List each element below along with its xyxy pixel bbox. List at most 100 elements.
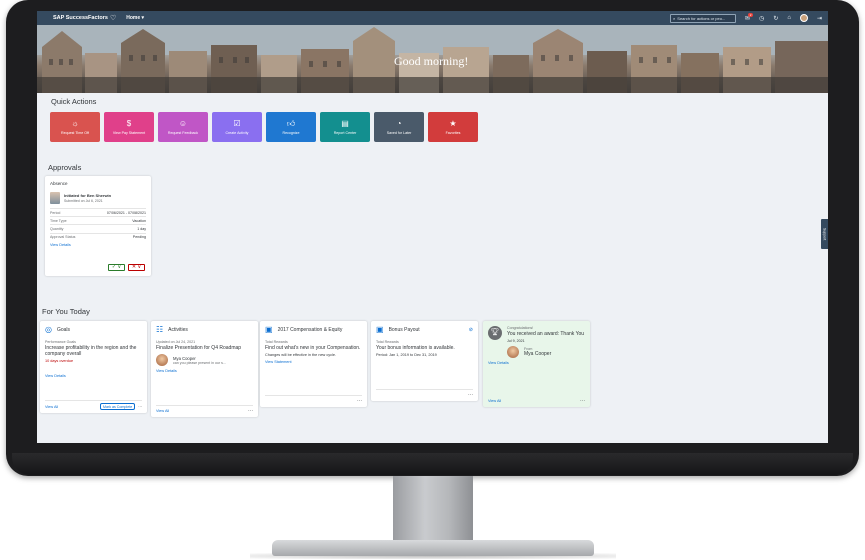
detail-key: Time Type — [50, 218, 67, 223]
qa-request-feedback[interactable]: ☺ Request Feedback — [158, 112, 208, 142]
bonus-card[interactable]: ▣ Bonus Payout ⊘ Total Rewards Your bonus … — [371, 321, 478, 401]
qa-favorites[interactable]: ★ Favorites — [428, 112, 478, 142]
view-all-link[interactable]: View All — [45, 405, 58, 409]
search-input[interactable]: ⌕ Search for actions or peo... — [670, 13, 737, 23]
approval-actions: ✓ ∨ ✕ ∨ — [108, 264, 145, 271]
card-category: Total Rewards — [376, 340, 399, 344]
refresh-icon[interactable]: ↻ — [773, 15, 778, 22]
approval-card-absence[interactable]: Absence Initiated for Ben Sherwin Submit… — [45, 176, 151, 276]
statement-icon: ▣ — [376, 325, 384, 334]
activity-person: Mya Cooper can you please present in our… — [156, 354, 253, 366]
more-icon[interactable]: ··· — [357, 398, 362, 404]
view-details-link[interactable]: View Details — [50, 243, 146, 247]
detail-key: Approval Status — [50, 235, 76, 240]
detail-key: Period — [50, 210, 61, 215]
view-details-link[interactable]: View Details — [156, 369, 253, 373]
support-tab[interactable]: Support — [821, 219, 828, 249]
card-footer: ··· — [376, 389, 473, 398]
qa-label: View Pay Statement — [112, 130, 146, 135]
avatar — [156, 354, 168, 366]
qa-saved-for-later[interactable]: ◔ Saved for Later — [374, 112, 424, 142]
clipboard-icon: ☷ — [156, 325, 164, 334]
clock-icon[interactable]: ◷ — [759, 15, 764, 22]
search-placeholder: Search for actions or peo... — [677, 15, 726, 21]
card-title: 2017 Compensation & Equity — [277, 327, 343, 333]
activities-card[interactable]: ☷ Activities Updated on Jul 24, 2021 Fina… — [151, 321, 258, 417]
notification-badge: 2 — [748, 12, 754, 17]
link-icon[interactable]: ⊘ — [469, 327, 473, 333]
app-screen: SAP SuccessFactors ♡ Home ▾ ⌕ Search for… — [37, 11, 828, 443]
detail-value: 1 day — [137, 226, 146, 231]
notifications-icon[interactable]: ✉ 2 — [745, 12, 754, 22]
qa-label: Request Time Off — [61, 130, 89, 135]
qa-view-pay-statement[interactable]: $ View Pay Statement — [104, 112, 154, 142]
more-icon[interactable]: ··· — [468, 392, 473, 398]
mark-complete-button[interactable]: Mark as Complete — [100, 403, 136, 410]
more-icon[interactable]: ··· — [248, 408, 253, 414]
reject-button[interactable]: ✕ ∨ — [128, 264, 145, 271]
goal-text: Increase profitability in the region and… — [45, 345, 137, 357]
qa-label: Recognize — [282, 130, 300, 135]
thumbs-up-icon: 👍︎ — [286, 118, 296, 128]
greeting-text: Good morning! — [394, 54, 469, 68]
congrats-text: Congratulations! — [507, 326, 534, 330]
detail-row-status: Approval Status Pending — [50, 232, 146, 241]
goals-card[interactable]: ◎ Goals Performance Goals Increase profit… — [40, 321, 147, 413]
avatar — [507, 346, 519, 358]
detail-value: Vacation — [132, 218, 146, 223]
bonus-text: Your bonus information is available. — [376, 345, 455, 351]
qa-report-center[interactable]: ▤ Report Center — [320, 112, 370, 142]
card-footer: ··· — [265, 395, 362, 404]
view-all-link[interactable]: View All — [488, 399, 501, 403]
more-icon[interactable]: ··· — [580, 398, 585, 404]
statement-icon: ▣ — [265, 325, 273, 334]
card-title: Activities — [168, 327, 188, 333]
monitor-stand-base — [272, 540, 594, 556]
view-details-link[interactable]: View Details — [45, 374, 142, 378]
monitor-chin — [12, 453, 853, 475]
quick-actions-title: Quick Actions — [51, 97, 97, 106]
qa-create-activity[interactable]: ☑ Create Activity — [212, 112, 262, 142]
bell-icon[interactable]: ⌂ — [787, 15, 791, 21]
approval-initiated: Initiated for Ben Sherwin — [64, 193, 112, 198]
clipboard-icon: ☑ — [233, 118, 241, 128]
qa-label: Request Feedback — [167, 130, 199, 135]
star-icon: ★ — [449, 118, 457, 128]
approval-person: Initiated for Ben Sherwin Submitted on J… — [50, 192, 146, 204]
award-text: You received an award: Thank You — [507, 331, 585, 337]
people-icon: ☺ — [178, 118, 188, 128]
detail-value: 07/06/2021 - 07/08/2021 — [106, 210, 146, 215]
qa-label: Saved for Later — [386, 130, 412, 135]
more-icon[interactable]: ··· — [138, 405, 142, 409]
compensation-card[interactable]: ▣ 2017 Compensation & Equity Total Reward… — [260, 321, 367, 407]
view-statement-link[interactable]: View Statement — [265, 360, 362, 364]
view-details-link[interactable]: View Details — [488, 361, 585, 365]
qa-label: Report Center — [333, 130, 357, 135]
card-category: Performance Goals — [45, 340, 76, 344]
approve-button[interactable]: ✓ ∨ — [108, 264, 125, 271]
card-category: Total Rewards — [265, 340, 288, 344]
approvals-title: Approvals — [48, 163, 82, 172]
overdue-text: 10 days overdue — [45, 359, 74, 363]
view-all-link[interactable]: View All — [156, 409, 169, 413]
heart-icon: ♡ — [109, 15, 117, 22]
report-icon: ▤ — [341, 118, 349, 128]
hero-banner: Good morning! — [37, 25, 828, 93]
qa-recognize[interactable]: 👍︎ Recognize — [266, 112, 316, 142]
shell-actions: ⌕ Search for actions or peo... ✉ 2 ◷ ↻ ⌂ … — [670, 12, 822, 23]
brand-logo[interactable]: SAP SuccessFactors — [53, 15, 108, 21]
award-card[interactable]: 🏆︎ Congratulations! You received an awar… — [483, 321, 590, 407]
user-avatar[interactable] — [799, 14, 808, 22]
logout-icon[interactable]: ⇥ — [817, 15, 822, 22]
qa-request-time-off[interactable]: ☼ Request Time Off — [50, 112, 100, 142]
for-you-title: For You Today — [42, 307, 90, 316]
quick-actions-row: ☼ Request Time Off $ View Pay Statement … — [50, 112, 478, 142]
monitor-stand-neck — [393, 476, 473, 542]
card-footer: View All ··· — [488, 396, 585, 404]
qa-label: Favorites — [445, 130, 461, 135]
shell-bar: SAP SuccessFactors ♡ Home ▾ ⌕ Search for… — [37, 11, 828, 25]
card-title: Bonus Payout — [388, 327, 420, 333]
approval-submitted: Submitted on Jul 6, 2021 — [64, 199, 103, 203]
bonus-period: Period: Jan 1, 2019 to Dec 31, 2019 — [376, 353, 437, 357]
home-menu-button[interactable]: Home ▾ — [126, 15, 144, 21]
